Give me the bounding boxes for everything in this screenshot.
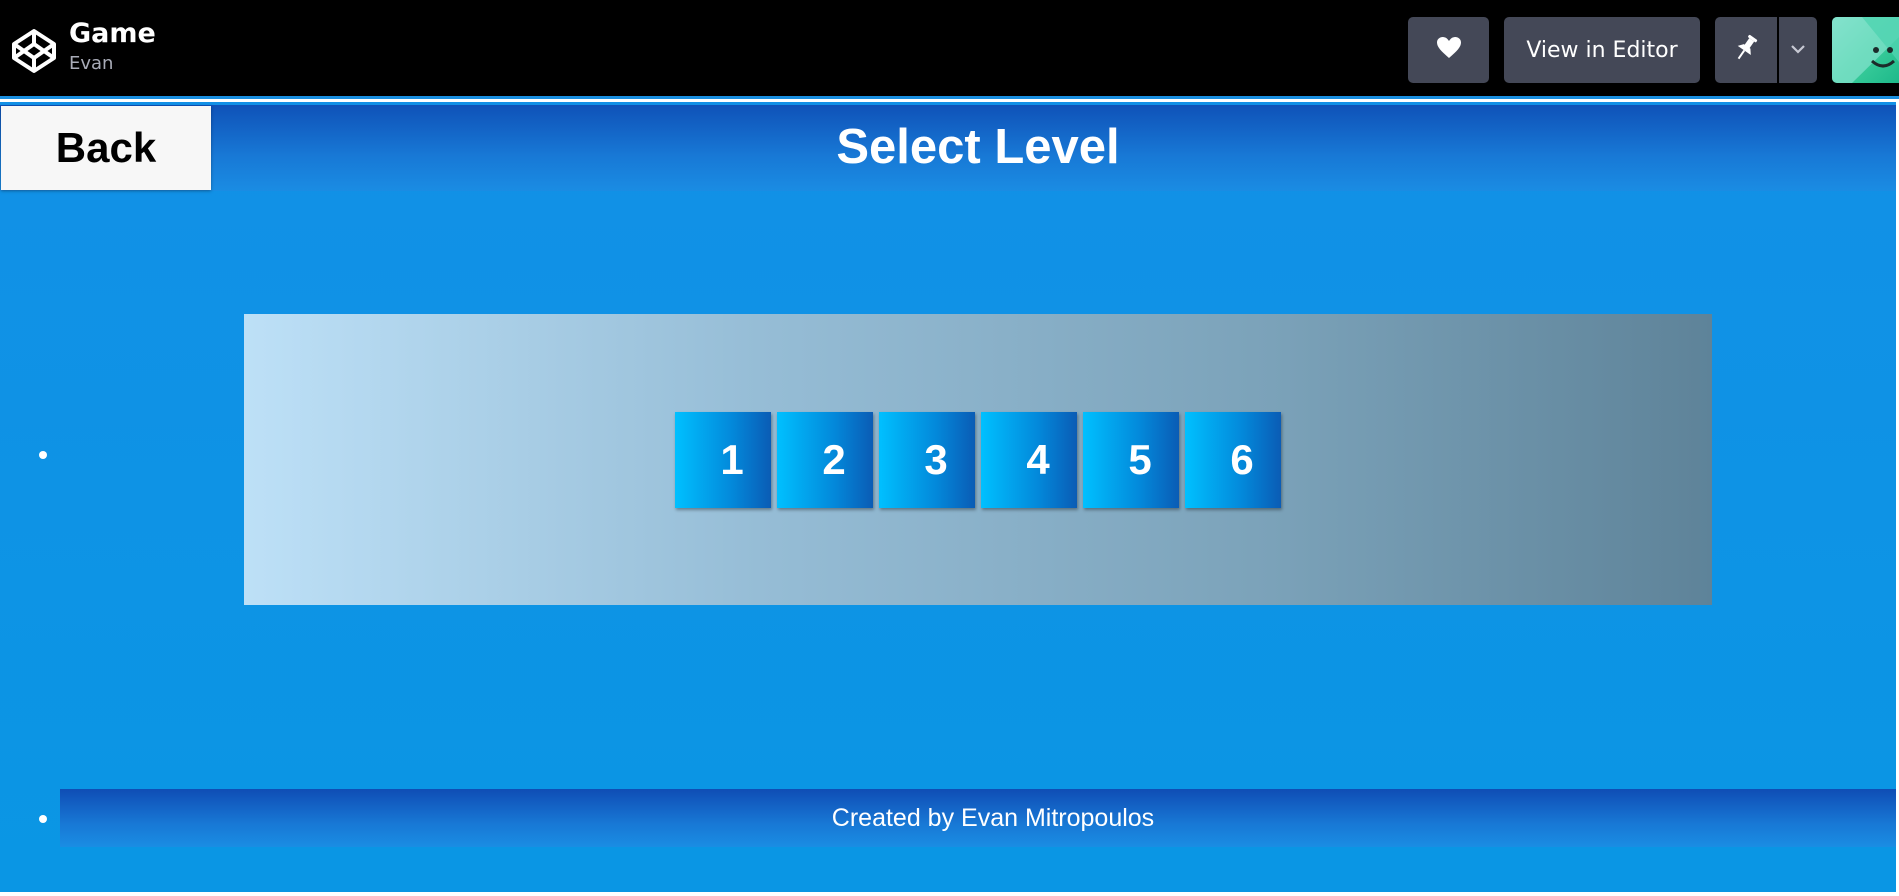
level-1-button[interactable]: 1: [675, 412, 771, 508]
chevron-down-icon: [1790, 41, 1806, 59]
heart-icon: [1436, 36, 1462, 65]
level-3-button[interactable]: 3: [879, 412, 975, 508]
page-title: Select Level: [836, 120, 1120, 174]
level-4-button[interactable]: 4: [981, 412, 1077, 508]
level-buttons: 1 2 3 4 5 6: [675, 412, 1281, 508]
pen-title-block: Game Evan: [69, 18, 156, 76]
level-5-button[interactable]: 5: [1083, 412, 1179, 508]
user-avatar[interactable]: [1832, 17, 1899, 83]
game-page: Back Select Level 1 2 3 4 5 6 Created by…: [0, 102, 1896, 892]
like-button[interactable]: [1408, 17, 1489, 83]
codepen-logo-icon[interactable]: [10, 27, 58, 75]
pen-title[interactable]: Game: [69, 18, 156, 50]
pin-icon: [1734, 34, 1758, 67]
view-in-editor-button[interactable]: View in Editor: [1504, 17, 1700, 83]
list-bullet: [39, 451, 47, 459]
pin-button[interactable]: [1715, 17, 1777, 83]
list-bullet: [39, 815, 47, 823]
footer-credit: Created by Evan Mitropoulos: [831, 803, 1155, 832]
top-bar: Game Evan View in Editor: [0, 0, 1899, 99]
pin-options-button[interactable]: [1779, 17, 1817, 83]
level-6-button[interactable]: 6: [1185, 412, 1281, 508]
footer: Created by Evan Mitropoulos: [60, 789, 1896, 847]
pen-author[interactable]: Evan: [69, 52, 156, 76]
level-2-button[interactable]: 2: [777, 412, 873, 508]
